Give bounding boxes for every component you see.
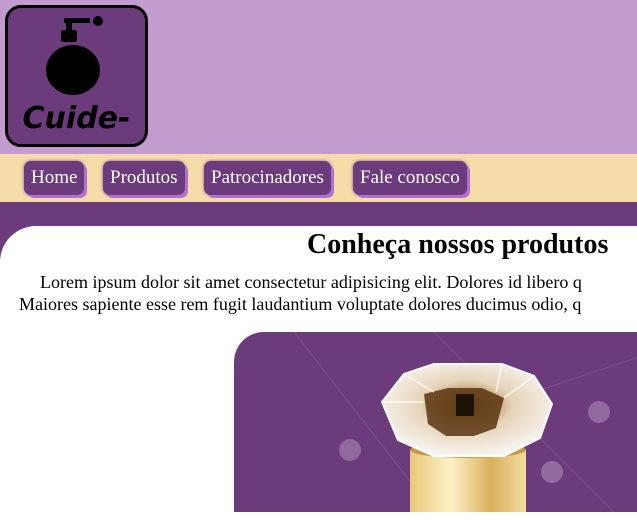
nav-patrocinadores-button[interactable]: Patrocinadores: [204, 161, 331, 195]
main-navbar: Home Produtos Patrocinadores Fale conosc…: [0, 154, 637, 202]
paragraph-line-2: Maiores sapiente esse rem fugit laudanti…: [19, 294, 582, 314]
logo-text: Cuide-se: [22, 101, 131, 144]
perfume-product-illustration: [293, 332, 637, 512]
intro-paragraph: Lorem ipsum dolor sit amet consectetur a…: [19, 271, 637, 315]
product-image: [234, 332, 637, 512]
paragraph-line-1: Lorem ipsum dolor sit amet consectetur a…: [40, 272, 582, 292]
logo[interactable]: Cuide-se: [5, 5, 148, 147]
nav-home-button[interactable]: Home: [24, 161, 85, 195]
nav-produtos-button[interactable]: Produtos: [103, 161, 185, 195]
header: Cuide-se: [0, 0, 637, 154]
page-title: Conheça nossos produtos: [307, 229, 609, 260]
nav-fale-conosco-button[interactable]: Fale conosco: [353, 161, 467, 195]
